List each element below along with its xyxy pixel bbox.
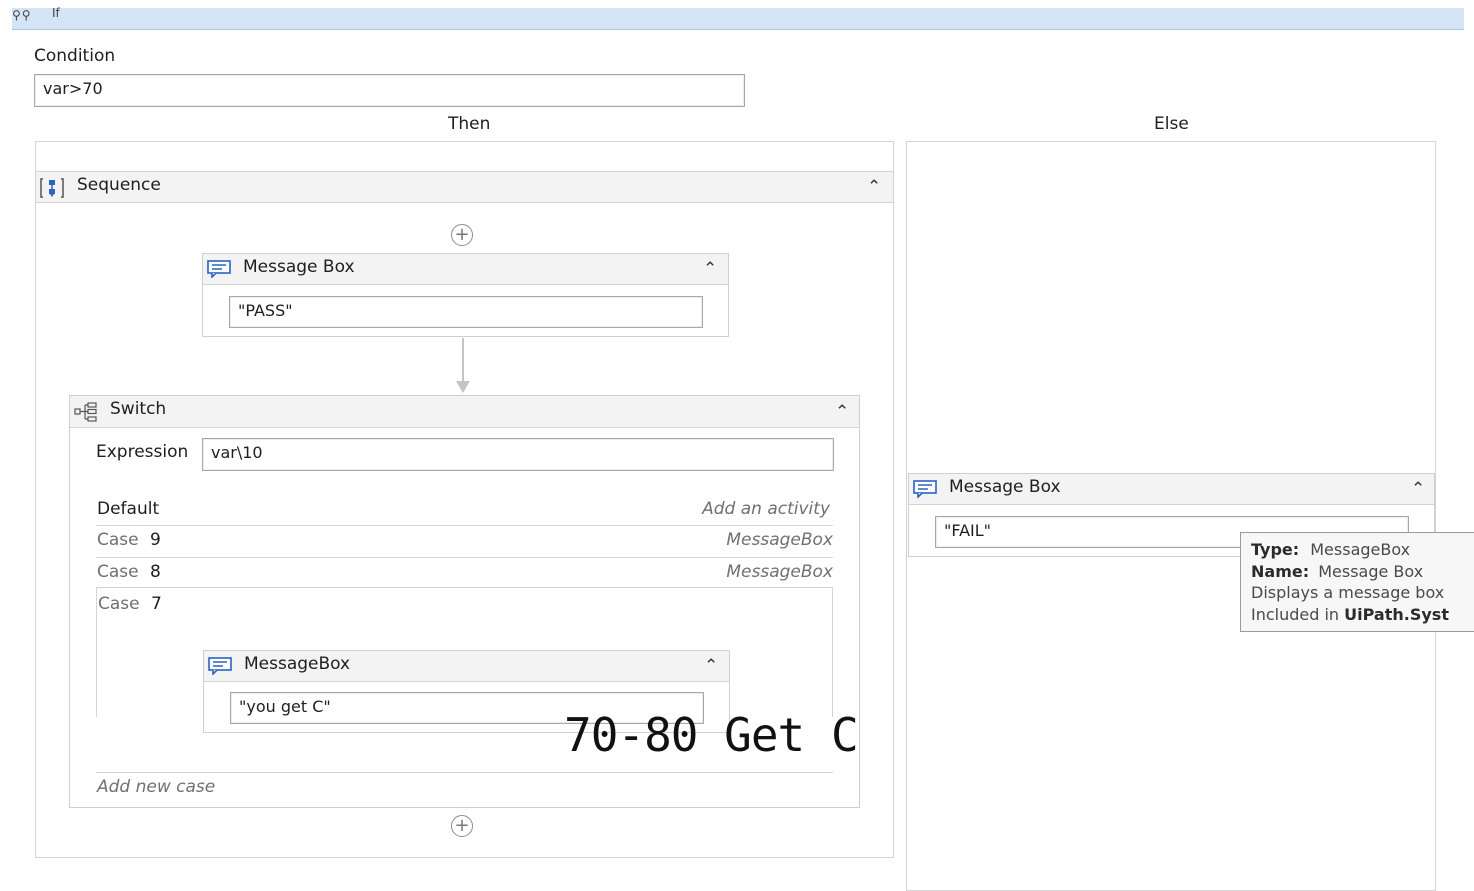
case-activity-name: MessageBox [726,530,833,550]
collapse-chevron-icon[interactable]: ⌃ [703,261,717,278]
connector-arrow-icon [456,381,470,393]
message-box-pass[interactable]: Message Box ⌃ "PASS" [202,253,729,337]
tooltip-description: Displays a message box [1251,583,1445,602]
tooltip-type-label: Type: [1251,540,1300,559]
add-activity-icon[interactable]: + [451,815,473,837]
case-value: 8 [150,562,161,582]
row-divider [96,772,833,773]
message-box-fail-title: Message Box [949,477,1061,497]
tooltip-type-value: MessageBox [1310,540,1411,559]
message-box-case7-header[interactable]: MessageBox ⌃ [204,651,729,682]
message-box-icon [207,260,231,278]
collapse-chevron-icon[interactable]: ⌃ [867,179,881,196]
case-label: Case [97,562,139,582]
expression-input[interactable]: var\10 [202,438,834,471]
collapse-chevron-icon[interactable]: ⌃ [704,658,718,675]
if-activity-header[interactable]: ⚲⚲ If [12,6,1464,30]
message-box-fail-header[interactable]: Message Box ⌃ [909,474,1434,505]
sequence-title: Sequence [77,175,161,195]
message-box-case7-title: MessageBox [244,654,351,674]
condition-label: Condition [34,46,116,66]
activity-tooltip: Type: MessageBox Name: Message Box Displ… [1240,532,1474,632]
case-activity-name: MessageBox [726,562,833,582]
message-box-pass-header[interactable]: Message Box ⌃ [203,254,728,285]
default-add-activity-hint[interactable]: Add an activity [702,499,830,519]
case-label: Case [97,530,139,550]
tooltip-included-package: UiPath.Syst [1344,604,1449,624]
else-label: Else [1154,114,1189,134]
tooltip-included-prefix: Included in [1251,604,1345,624]
switch-icon [74,402,97,422]
case-value: 9 [150,530,161,550]
sequence-header[interactable]: Sequence ⌃ [36,171,893,203]
case-value: 7 [151,594,162,614]
case-row-8[interactable]: Case 8 MessageBox [97,562,833,588]
tooltip-name-value: Message Box [1318,561,1424,581]
case-label: Case [98,594,140,614]
message-box-pass-title: Message Box [243,257,355,277]
if-activity-icon: ⚲⚲ [12,8,32,22]
connector-line [462,338,464,384]
collapse-chevron-icon[interactable]: ⌃ [1411,481,1425,498]
add-activity-icon[interactable]: + [451,224,473,246]
add-new-case-link[interactable]: Add new case [97,777,215,797]
row-divider [96,557,833,558]
then-label: Then [448,114,491,134]
default-case-label[interactable]: Default [97,499,159,519]
expression-label: Expression [96,442,189,462]
row-divider [96,525,833,526]
switch-title: Switch [110,399,167,419]
sequence-icon [40,178,64,198]
case-row-9[interactable]: Case 9 MessageBox [97,530,833,556]
message-box-pass-text-input[interactable]: "PASS" [229,296,703,328]
message-box-icon [913,480,937,498]
collapse-chevron-icon[interactable]: ⌃ [835,404,849,421]
tooltip-name-label: Name: [1251,561,1310,581]
annotation-overlay-text: 70-80 Get C [564,708,859,762]
condition-input[interactable]: var>70 [34,74,745,107]
switch-header[interactable]: Switch ⌃ [70,396,859,428]
message-box-icon [208,657,232,675]
if-activity-title: If [52,6,60,20]
